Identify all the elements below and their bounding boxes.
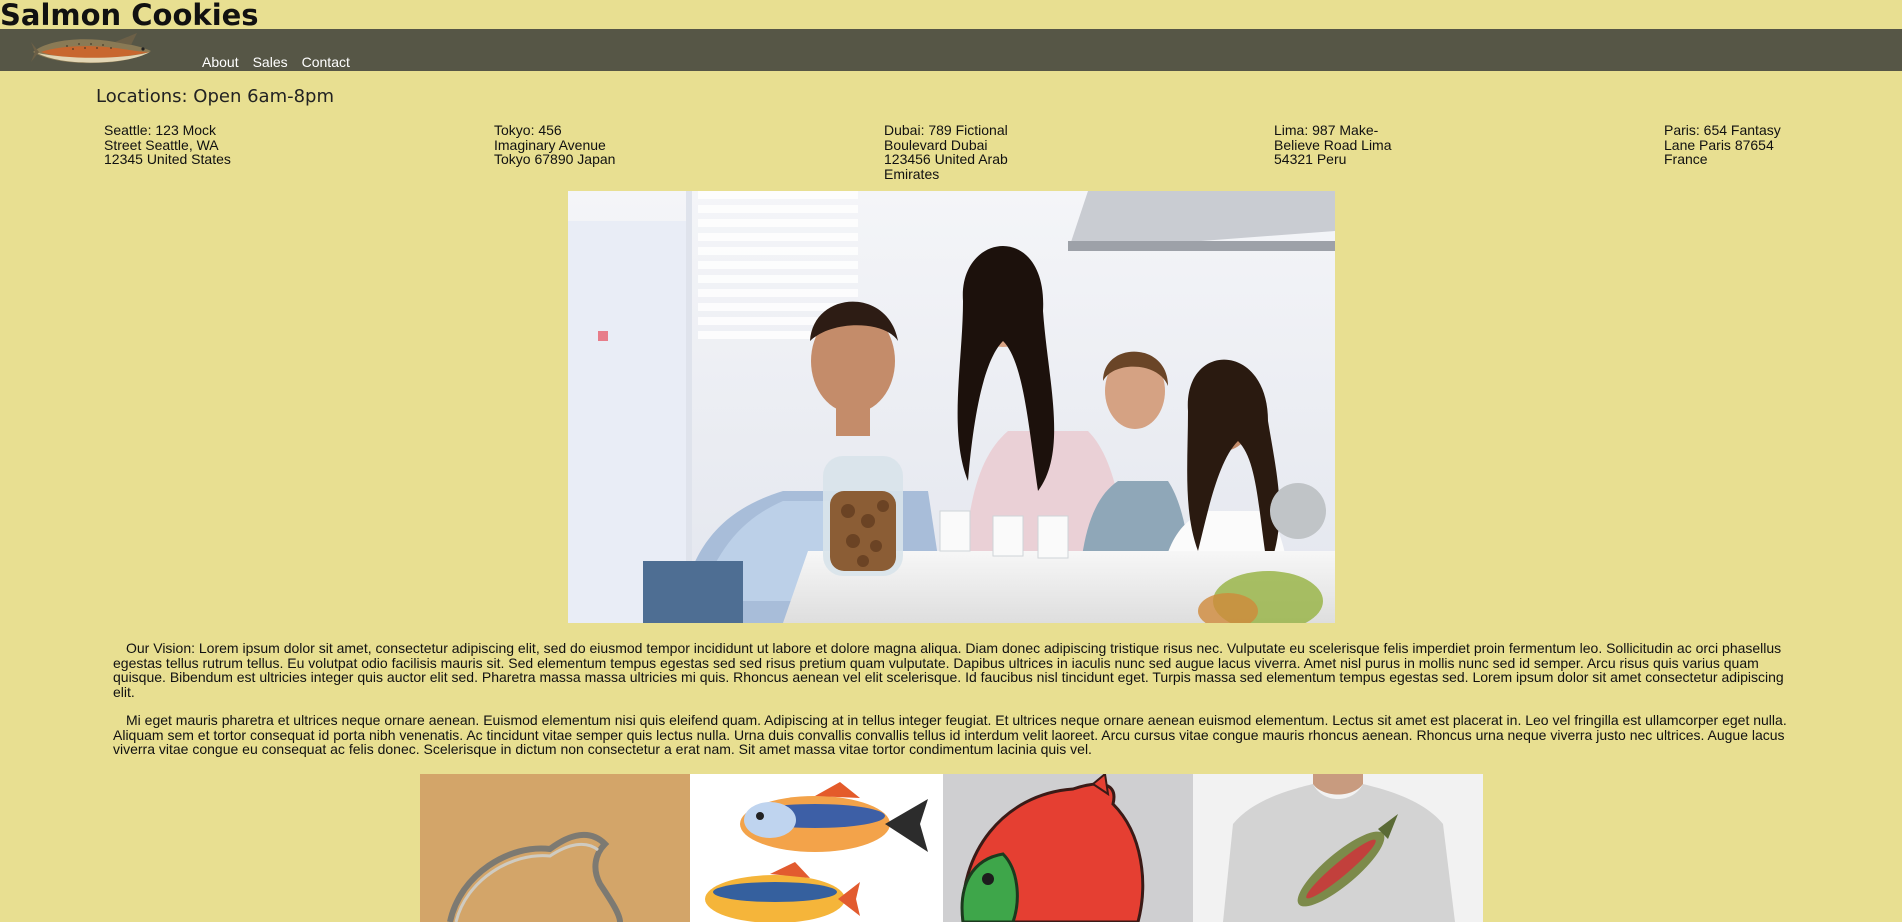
location-line: 54321 Peru <box>1274 151 1347 167</box>
location-paris: Paris: 654 Fantasy Lane Paris 87654 Fran… <box>1664 123 1804 167</box>
salmon-tshirt-illustration <box>1193 774 1483 922</box>
location-line: Emirates <box>884 165 940 182</box>
location-lima: Lima: 987 Make- Believe Road Lima 54321 … <box>1274 123 1414 167</box>
vision-paragraph: Our Vision: Lorem ipsum dolor sit amet, … <box>113 640 1784 700</box>
location-line: France <box>1664 151 1708 167</box>
gallery-item-cookie-cutter <box>420 774 690 922</box>
gallery-item-salmon-tshirt <box>1193 774 1483 922</box>
cookie-cutter-illustration <box>420 774 690 922</box>
location-dubai: Dubai: 789 Fictional Boulevard Dubai 123… <box>884 123 1024 181</box>
fish-magnets-illustration <box>690 774 943 922</box>
navbar: About Sales Contact <box>0 29 1902 71</box>
nav-link-sales[interactable]: Sales <box>253 54 288 70</box>
gallery-item-fish-magnets <box>690 774 943 922</box>
location-seattle: Seattle: 123 Mock Street Seattle, WA 123… <box>104 123 244 167</box>
nav-link-about[interactable]: About <box>202 54 239 70</box>
gallery-item-salmon-cookie <box>943 774 1193 922</box>
vision-section: Our Vision: Lorem ipsum dolor sit amet, … <box>113 641 1793 771</box>
product-gallery <box>420 774 1483 922</box>
nav-link-contact[interactable]: Contact <box>302 54 350 70</box>
site-title: Salmon Cookies <box>0 0 259 32</box>
locations-heading: Locations: Open 6am-8pm <box>96 86 335 107</box>
family-kitchen-photo <box>568 191 1335 623</box>
salmon-logo-icon <box>31 33 151 64</box>
nav-links: About Sales Contact <box>202 54 350 70</box>
family-kitchen-illustration <box>568 191 1335 623</box>
vision-paragraph: Mi eget mauris pharetra et ultrices nequ… <box>113 712 1787 757</box>
location-line: Tokyo 67890 Japan <box>494 151 616 167</box>
location-tokyo: Tokyo: 456 Imaginary Avenue Tokyo 67890 … <box>494 123 634 167</box>
location-line: 12345 United States <box>104 151 231 167</box>
salmon-cookie-illustration <box>943 774 1193 922</box>
